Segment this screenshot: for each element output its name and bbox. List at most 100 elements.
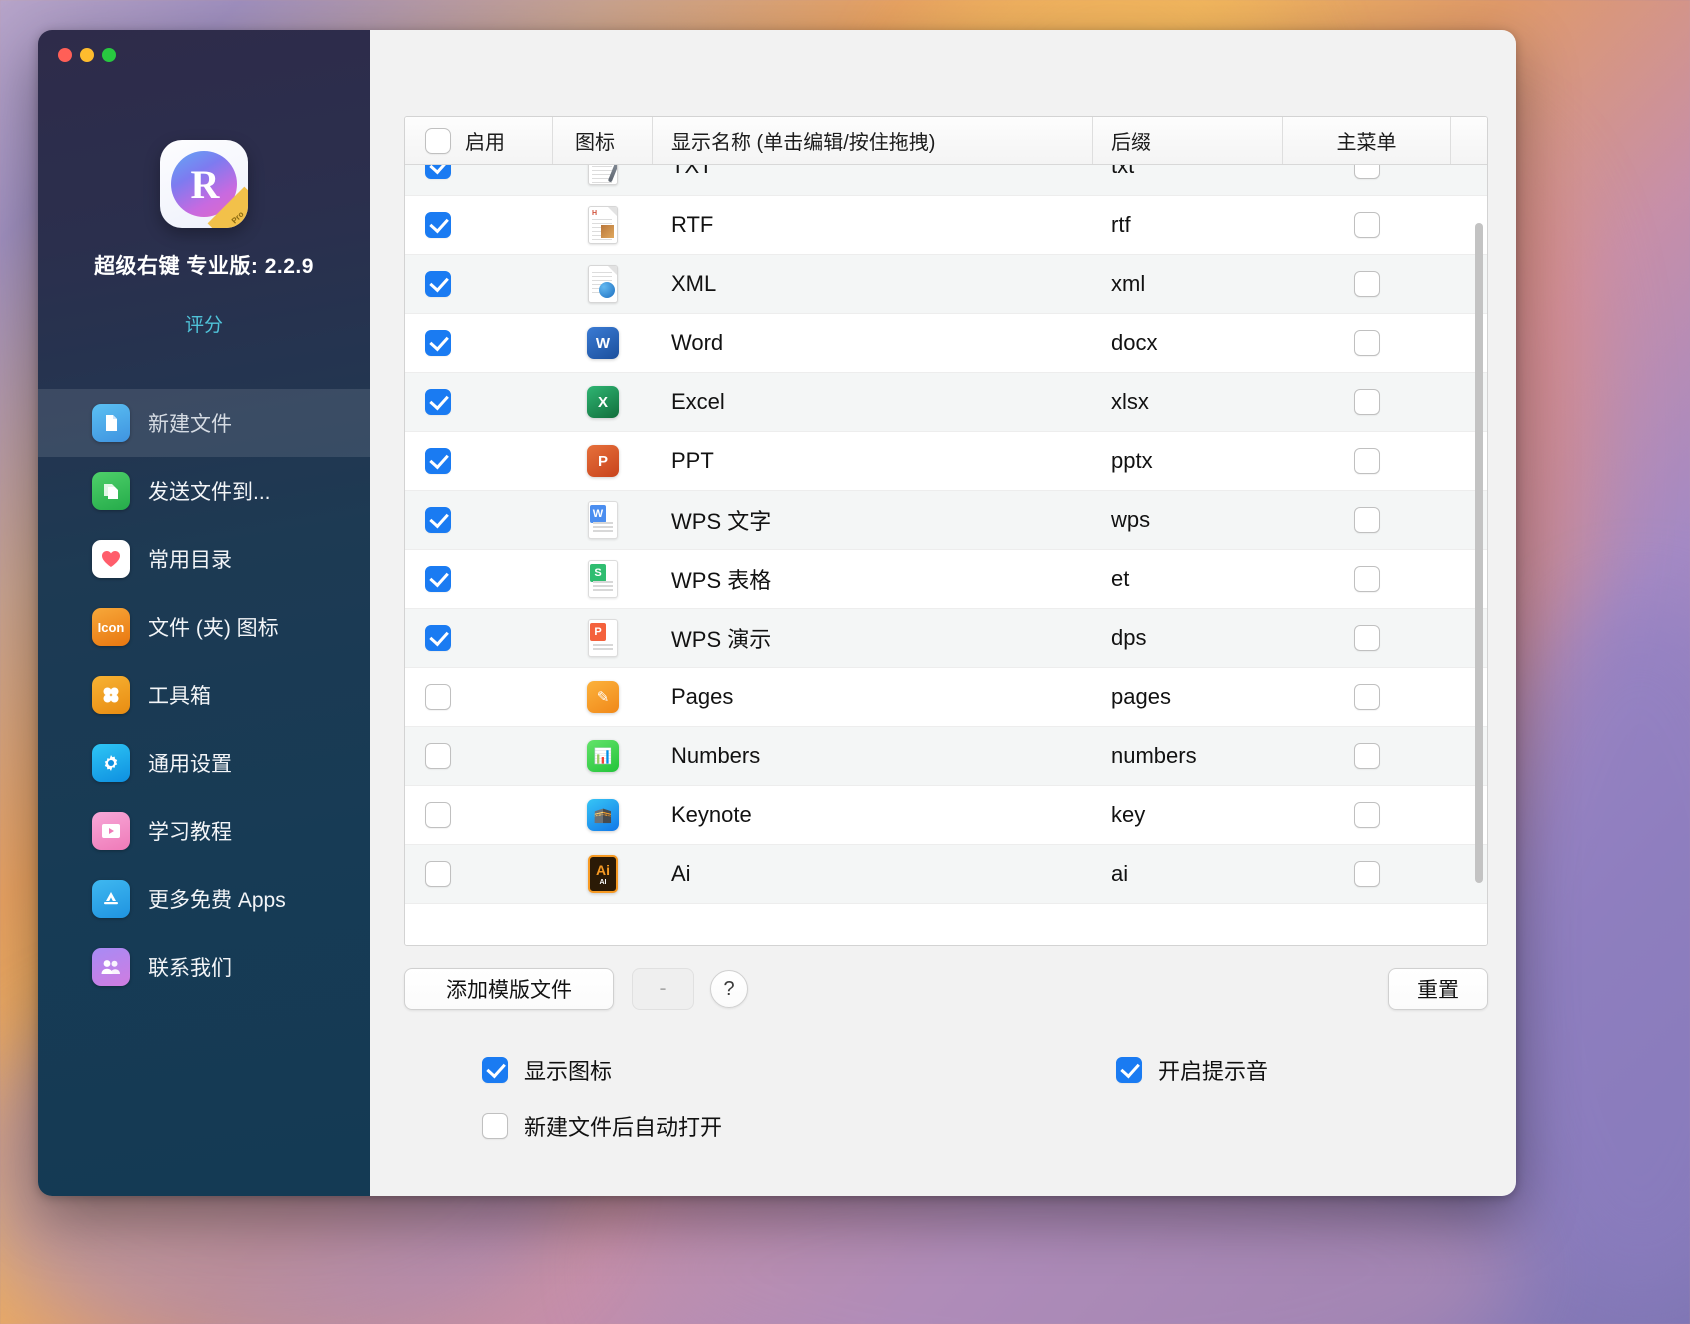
row-spacer — [1451, 165, 1487, 195]
table-row[interactable]: P WPS 演示 dps — [405, 609, 1487, 668]
table-row[interactable]: S WPS 表格 et — [405, 550, 1487, 609]
row-display-name[interactable]: Excel — [653, 373, 1093, 431]
table-row[interactable]: TXT txt — [405, 165, 1487, 196]
table-row[interactable]: X Excel xlsx — [405, 373, 1487, 432]
row-enable-checkbox[interactable] — [425, 212, 451, 238]
remove-row-button[interactable]: - — [632, 968, 694, 1010]
row-icon-cell — [553, 165, 653, 195]
row-main-menu-cell — [1283, 786, 1451, 844]
wps-writer-icon: W — [585, 500, 621, 540]
row-enable-checkbox[interactable] — [425, 861, 451, 887]
table-row[interactable]: 📊 Numbers numbers — [405, 727, 1487, 786]
option-auto-open[interactable]: 新建文件后自动打开 — [482, 1110, 722, 1142]
row-enable-checkbox[interactable] — [425, 389, 451, 415]
row-main-menu-checkbox[interactable] — [1354, 448, 1380, 474]
row-display-name[interactable]: WPS 演示 — [653, 609, 1093, 667]
table-row[interactable]: P PPT pptx — [405, 432, 1487, 491]
app-logo-icon: R Pro — [160, 140, 248, 228]
table-row[interactable]: 🕋 Keynote key — [405, 786, 1487, 845]
reset-button[interactable]: 重置 — [1388, 968, 1488, 1010]
row-icon-cell: X — [553, 373, 653, 431]
row-suffix: txt — [1111, 165, 1135, 178]
row-main-menu-checkbox[interactable] — [1354, 684, 1380, 710]
row-main-menu-checkbox[interactable] — [1354, 389, 1380, 415]
table-row[interactable]: Ai AI Ai ai — [405, 845, 1487, 904]
select-all-checkbox[interactable] — [425, 127, 451, 154]
minimize-button[interactable] — [80, 48, 94, 62]
brand-block: R Pro 超级右键 专业版: 2.2.9 评分 — [38, 30, 370, 337]
table-row[interactable]: ✎ Pages pages — [405, 668, 1487, 727]
row-display-name[interactable]: Word — [653, 314, 1093, 372]
sidebar-item-general-settings[interactable]: 通用设置 — [38, 729, 370, 797]
row-display-name[interactable]: RTF — [653, 196, 1093, 254]
table-row[interactable]: W Word docx — [405, 314, 1487, 373]
show-icon-checkbox[interactable] — [482, 1057, 508, 1083]
sidebar-item-tutorial[interactable]: 学习教程 — [38, 797, 370, 865]
row-display-name[interactable]: Numbers — [653, 727, 1093, 785]
table-row[interactable]: W WPS 文字 wps — [405, 491, 1487, 550]
row-enable-checkbox[interactable] — [425, 802, 451, 828]
row-enable-cell — [405, 786, 553, 844]
option-enable-sound[interactable]: 开启提示音 — [1116, 1054, 1268, 1086]
sidebar-item-favorites[interactable]: 常用目录 — [38, 525, 370, 593]
row-main-menu-checkbox[interactable] — [1354, 802, 1380, 828]
sidebar-item-new-file[interactable]: 新建文件 — [38, 389, 370, 457]
row-enable-cell — [405, 255, 553, 313]
row-display-name[interactable]: Keynote — [653, 786, 1093, 844]
close-button[interactable] — [58, 48, 72, 62]
row-suffix: dps — [1111, 625, 1147, 650]
table-row[interactable]: H RTF rtf — [405, 196, 1487, 255]
sidebar-item-more-apps[interactable]: 更多免费 Apps — [38, 865, 370, 933]
scrollbar-thumb[interactable] — [1475, 223, 1483, 883]
row-display-name[interactable]: TXT — [653, 165, 1093, 195]
row-enable-checkbox[interactable] — [425, 625, 451, 651]
row-display-name[interactable]: WPS 表格 — [653, 550, 1093, 608]
table-scrollbar[interactable] — [1475, 223, 1483, 923]
row-display-name[interactable]: Pages — [653, 668, 1093, 726]
row-main-menu-checkbox[interactable] — [1354, 330, 1380, 356]
row-enable-checkbox[interactable] — [425, 165, 451, 179]
enable-sound-checkbox[interactable] — [1116, 1057, 1142, 1083]
row-main-menu-checkbox[interactable] — [1354, 743, 1380, 769]
heart-icon — [92, 540, 130, 578]
sidebar-item-label: 联系我们 — [148, 957, 232, 980]
row-icon-cell: P — [553, 609, 653, 667]
file-types-table: 启用 图标 显示名称 (单击编辑/按住拖拽) 后缀 主菜单 TXT txt H RTF… — [404, 116, 1488, 946]
rate-link[interactable]: 评分 — [185, 310, 223, 337]
row-enable-checkbox[interactable] — [425, 330, 451, 356]
add-template-file-button[interactable]: 添加模版文件 — [404, 968, 614, 1010]
illustrator-icon: Ai AI — [585, 854, 621, 894]
row-suffix: rtf — [1111, 212, 1131, 237]
row-enable-checkbox[interactable] — [425, 507, 451, 533]
row-icon-cell: H — [553, 196, 653, 254]
row-enable-checkbox[interactable] — [425, 743, 451, 769]
sidebar-item-send-file[interactable]: 发送文件到... — [38, 457, 370, 525]
rtf-file-icon: H — [585, 205, 621, 245]
row-main-menu-checkbox[interactable] — [1354, 165, 1380, 179]
row-enable-checkbox[interactable] — [425, 271, 451, 297]
maximize-button[interactable] — [102, 48, 116, 62]
row-main-menu-checkbox[interactable] — [1354, 507, 1380, 533]
sidebar-item-contact-us[interactable]: 联系我们 — [38, 933, 370, 1001]
row-display-name[interactable]: XML — [653, 255, 1093, 313]
row-main-menu-checkbox[interactable] — [1354, 861, 1380, 887]
row-main-menu-checkbox[interactable] — [1354, 625, 1380, 651]
row-enable-checkbox[interactable] — [425, 566, 451, 592]
sidebar-item-folder-icon[interactable]: Icon 文件 (夹) 图标 — [38, 593, 370, 661]
row-main-menu-checkbox[interactable] — [1354, 212, 1380, 238]
auto-open-checkbox[interactable] — [482, 1113, 508, 1139]
row-suffix: wps — [1111, 507, 1151, 532]
table-rows-container: TXT txt H RTF rtf XML xml W Word docx X Excel xlsx P P… — [405, 165, 1487, 904]
sidebar-item-label: 学习教程 — [148, 821, 232, 844]
row-display-name[interactable]: PPT — [653, 432, 1093, 490]
row-main-menu-checkbox[interactable] — [1354, 566, 1380, 592]
row-main-menu-checkbox[interactable] — [1354, 271, 1380, 297]
row-enable-checkbox[interactable] — [425, 684, 451, 710]
row-display-name[interactable]: Ai — [653, 845, 1093, 903]
sidebar-item-toolbox[interactable]: 工具箱 — [38, 661, 370, 729]
option-show-icon[interactable]: 显示图标 — [482, 1054, 612, 1086]
row-display-name[interactable]: WPS 文字 — [653, 491, 1093, 549]
help-button[interactable]: ? — [710, 970, 748, 1008]
table-row[interactable]: XML xml — [405, 255, 1487, 314]
row-enable-checkbox[interactable] — [425, 448, 451, 474]
